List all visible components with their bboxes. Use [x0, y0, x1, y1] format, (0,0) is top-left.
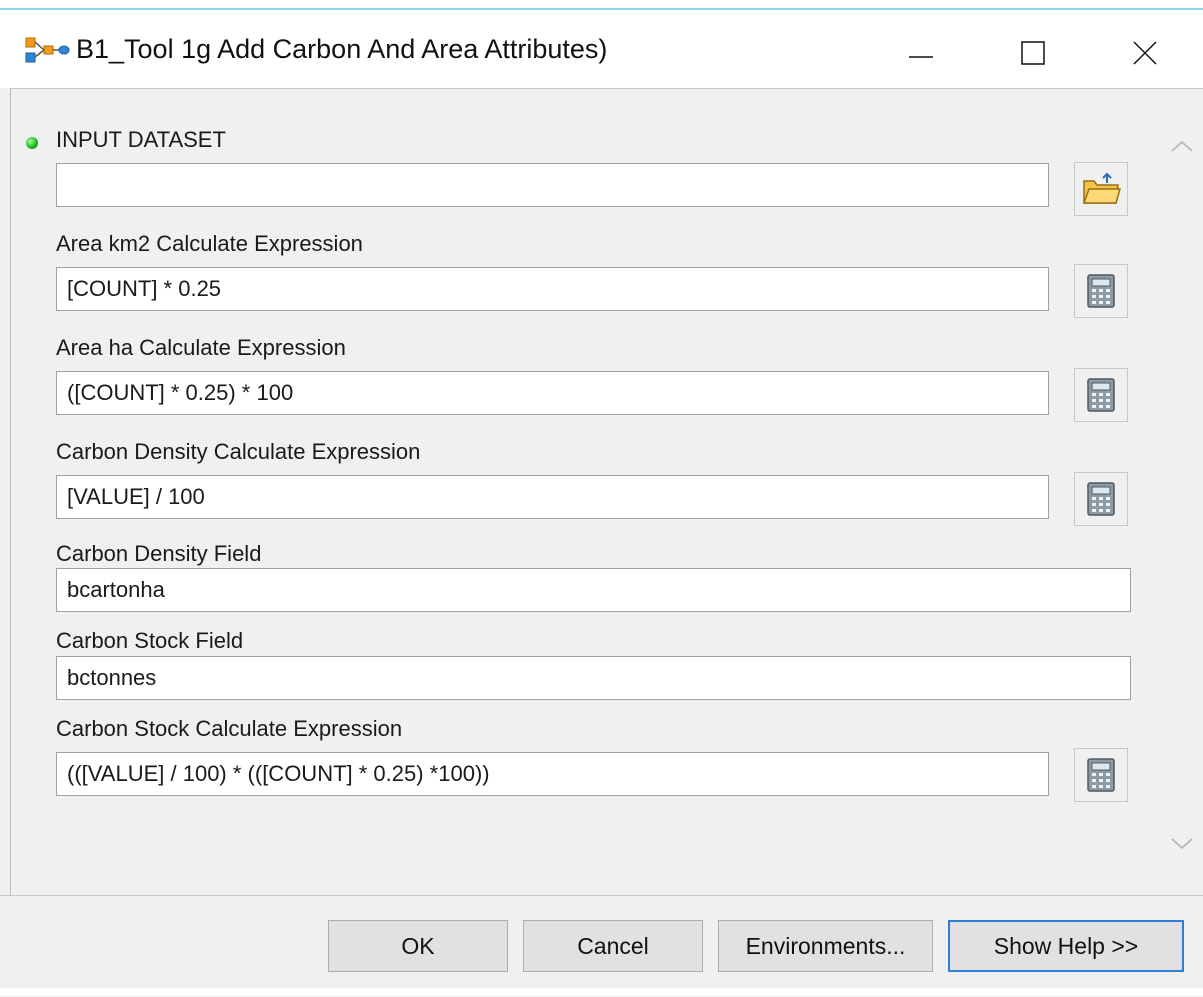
area-km2-label: Area km2 Calculate Expression: [56, 231, 363, 256]
carbon-stock-field-input[interactable]: bctonnes: [56, 656, 1131, 700]
area-km2-expression-field[interactable]: [COUNT] * 0.25: [56, 267, 1049, 311]
ok-button[interactable]: OK: [328, 920, 508, 972]
window-title: B1_Tool 1g Add Carbon And Area Attribute…: [76, 34, 608, 64]
carbon-stock-expression-field[interactable]: (([VALUE] / 100) * (([COUNT] * 0.25) *10…: [56, 752, 1049, 796]
minimize-button[interactable]: [876, 20, 966, 86]
footer-divider: [0, 895, 1203, 896]
area-ha-expression-field[interactable]: ([COUNT] * 0.25) * 100: [56, 371, 1049, 415]
close-icon: [1133, 41, 1157, 65]
area-ha-label: Area ha Calculate Expression: [56, 335, 346, 360]
vertical-scrollbar[interactable]: [1161, 89, 1203, 895]
model-tool-icon: [25, 37, 70, 63]
browse-button[interactable]: [1074, 162, 1128, 216]
calculator-icon: [1087, 378, 1115, 412]
scroll-up-button[interactable]: [1165, 129, 1199, 163]
window-top-edge: [0, 0, 1203, 10]
panel-left-edge: [0, 88, 11, 896]
title-bar[interactable]: B1_Tool 1g Add Carbon And Area Attribute…: [0, 10, 1203, 88]
tool-dialog-window: B1_Tool 1g Add Carbon And Area Attribute…: [0, 0, 1203, 997]
show-help-button[interactable]: Show Help >>: [948, 920, 1184, 972]
carbon-density-expression-field[interactable]: [VALUE] / 100: [56, 475, 1049, 519]
carbon-density-calculator-button[interactable]: [1074, 472, 1128, 526]
calculator-icon: [1087, 482, 1115, 516]
carbon-stock-expression-label: Carbon Stock Calculate Expression: [56, 716, 403, 741]
maximize-button[interactable]: [988, 20, 1078, 86]
area-ha-calculator-button[interactable]: [1074, 368, 1128, 422]
environments-button[interactable]: Environments...: [718, 920, 933, 972]
chevron-up-icon: [1171, 140, 1193, 152]
scroll-down-button[interactable]: [1165, 827, 1199, 861]
input-dataset-label: INPUT DATASET: [56, 127, 226, 152]
chevron-down-icon: [1171, 838, 1193, 850]
close-button[interactable]: [1100, 20, 1190, 86]
carbon-density-expression-label: Carbon Density Calculate Expression: [56, 439, 421, 464]
area-km2-calculator-button[interactable]: [1074, 264, 1128, 318]
carbon-stock-field-label: Carbon Stock Field: [56, 628, 244, 653]
calculator-icon: [1087, 274, 1115, 308]
carbon-stock-calculator-button[interactable]: [1074, 748, 1128, 802]
window-bottom-edge: [0, 988, 1203, 996]
cancel-button[interactable]: Cancel: [523, 920, 703, 972]
carbon-density-field-input[interactable]: bcartonha: [56, 568, 1131, 612]
required-indicator-icon: [26, 137, 38, 149]
maximize-icon: [1021, 41, 1045, 65]
calculator-icon: [1087, 758, 1115, 792]
browse-folder-icon: [1082, 172, 1121, 204]
carbon-density-field-label: Carbon Density Field: [56, 541, 262, 566]
input-dataset-field[interactable]: [56, 163, 1049, 207]
minimize-icon: [909, 56, 933, 58]
